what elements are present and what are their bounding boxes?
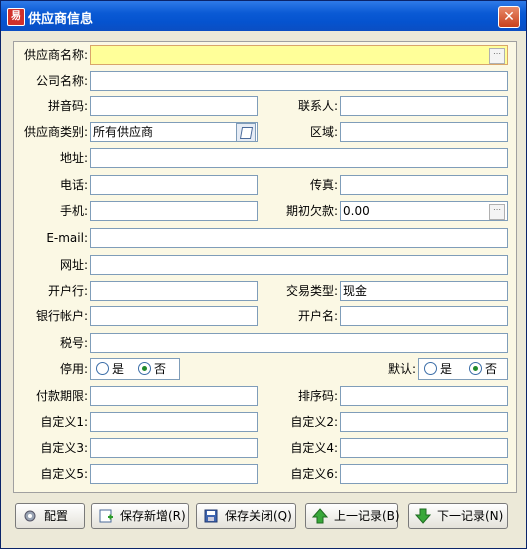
title-bar[interactable]: 易 供应商信息 ✕ [1, 1, 526, 31]
save-close-label: 保存关闭(Q) [225, 509, 292, 523]
initial-debt-label: 期初欠款: [285, 204, 338, 218]
payment-term-field[interactable] [90, 386, 258, 406]
custom5-label: 自定义5: [40, 467, 88, 481]
next-record-label: 下一记录(N) [437, 509, 504, 523]
trade-type-label: 交易类型: [285, 284, 338, 298]
ellipsis-icon[interactable]: ⋯ [489, 204, 505, 220]
mobile-label: 手机: [59, 204, 88, 218]
book-icon[interactable] [236, 123, 256, 141]
floppy-disk-icon [204, 509, 218, 523]
custom4-label: 自定义4: [290, 441, 338, 455]
default-yes-label: 是 [440, 362, 453, 376]
custom2-label: 自定义2: [290, 415, 338, 429]
payment-term-label: 付款期限: [35, 389, 88, 403]
disabled-radio-group: 是 否 [90, 358, 180, 380]
default-yes-radio[interactable] [424, 362, 437, 375]
mobile-field[interactable] [90, 201, 258, 221]
default-no-label: 否 [485, 362, 498, 376]
disabled-label: 停用: [59, 362, 88, 376]
phone-label: 电话: [59, 178, 88, 192]
disabled-no-radio[interactable] [138, 362, 151, 375]
sort-code-label: 排序码: [297, 389, 338, 403]
contact-label: 联系人: [297, 99, 338, 113]
save-close-button[interactable]: 保存关闭(Q) [196, 503, 296, 529]
account-name-label: 开户名: [297, 309, 338, 323]
default-radio-group: 是 否 [418, 358, 508, 380]
custom3-field[interactable] [90, 438, 258, 458]
custom6-field[interactable] [340, 464, 508, 484]
arrow-down-icon [415, 508, 431, 524]
config-button[interactable]: 配置 [15, 503, 85, 529]
phone-field[interactable] [90, 175, 258, 195]
address-label: 地址: [59, 151, 88, 165]
default-label: 默认: [387, 362, 416, 376]
pinyin-code-field[interactable] [90, 96, 258, 116]
sort-code-field[interactable] [340, 386, 508, 406]
custom5-field[interactable] [90, 464, 258, 484]
region-label: 区域: [309, 125, 338, 139]
default-no-radio[interactable] [469, 362, 482, 375]
next-record-button[interactable]: 下一记录(N) [408, 503, 508, 529]
website-field[interactable] [90, 255, 508, 275]
app-icon: 易 [7, 8, 25, 26]
trade-type-field[interactable]: 现金 [340, 281, 508, 301]
custom1-field[interactable] [90, 412, 258, 432]
disabled-no-label: 否 [154, 362, 167, 376]
pinyin-code-label: 拼音码: [47, 99, 88, 113]
supplier-type-label: 供应商类别: [23, 125, 88, 139]
form-panel: 供应商名称: ⋯ 公司名称: 拼音码: 联系人: 供应商类别: 所有供应商 区域… [13, 41, 517, 493]
email-label: E-mail: [46, 231, 88, 245]
config-label: 配置 [44, 509, 69, 523]
disabled-yes-radio[interactable] [96, 362, 109, 375]
supplier-name-label: 供应商名称: [23, 48, 88, 62]
disabled-yes-label: 是 [112, 362, 125, 376]
prev-record-button[interactable]: 上一记录(B) [305, 503, 400, 529]
custom1-label: 自定义1: [40, 415, 88, 429]
custom3-label: 自定义3: [40, 441, 88, 455]
website-label: 网址: [59, 258, 88, 272]
bank-field[interactable] [90, 281, 258, 301]
region-field[interactable] [340, 122, 508, 142]
bank-account-label: 银行帐户: [35, 309, 88, 323]
email-field[interactable] [90, 228, 508, 248]
gear-icon [24, 510, 36, 522]
contact-field[interactable] [340, 96, 508, 116]
tax-number-label: 税号: [59, 336, 88, 350]
company-name-label: 公司名称: [35, 74, 88, 88]
close-button[interactable]: ✕ [498, 6, 520, 28]
ellipsis-icon[interactable]: ⋯ [489, 48, 505, 64]
prev-record-label: 上一记录(B) [334, 509, 400, 523]
save-new-button[interactable]: 保存新增(R) [91, 503, 189, 529]
account-name-field[interactable] [340, 306, 508, 326]
tax-number-field[interactable] [90, 333, 508, 353]
custom6-label: 自定义6: [290, 467, 338, 481]
arrow-up-icon [312, 508, 328, 524]
address-field[interactable] [90, 148, 508, 168]
supplier-name-field[interactable]: ⋯ [90, 45, 508, 65]
window-title: 供应商信息 [28, 12, 94, 27]
supplier-info-window: 易 供应商信息 ✕ 供应商名称: ⋯ 公司名称: 拼音码: 联系人: 供应商类别… [0, 0, 527, 549]
fax-field[interactable] [340, 175, 508, 195]
bank-account-field[interactable] [90, 306, 258, 326]
save-new-label: 保存新增(R) [120, 509, 186, 523]
company-name-field[interactable] [90, 71, 508, 91]
fax-label: 传真: [309, 178, 338, 192]
initial-debt-field[interactable]: 0.00 ⋯ [340, 201, 508, 221]
custom4-field[interactable] [340, 438, 508, 458]
bank-label: 开户行: [47, 284, 88, 298]
add-record-icon [99, 509, 113, 523]
custom2-field[interactable] [340, 412, 508, 432]
supplier-type-field[interactable]: 所有供应商 [90, 122, 258, 142]
